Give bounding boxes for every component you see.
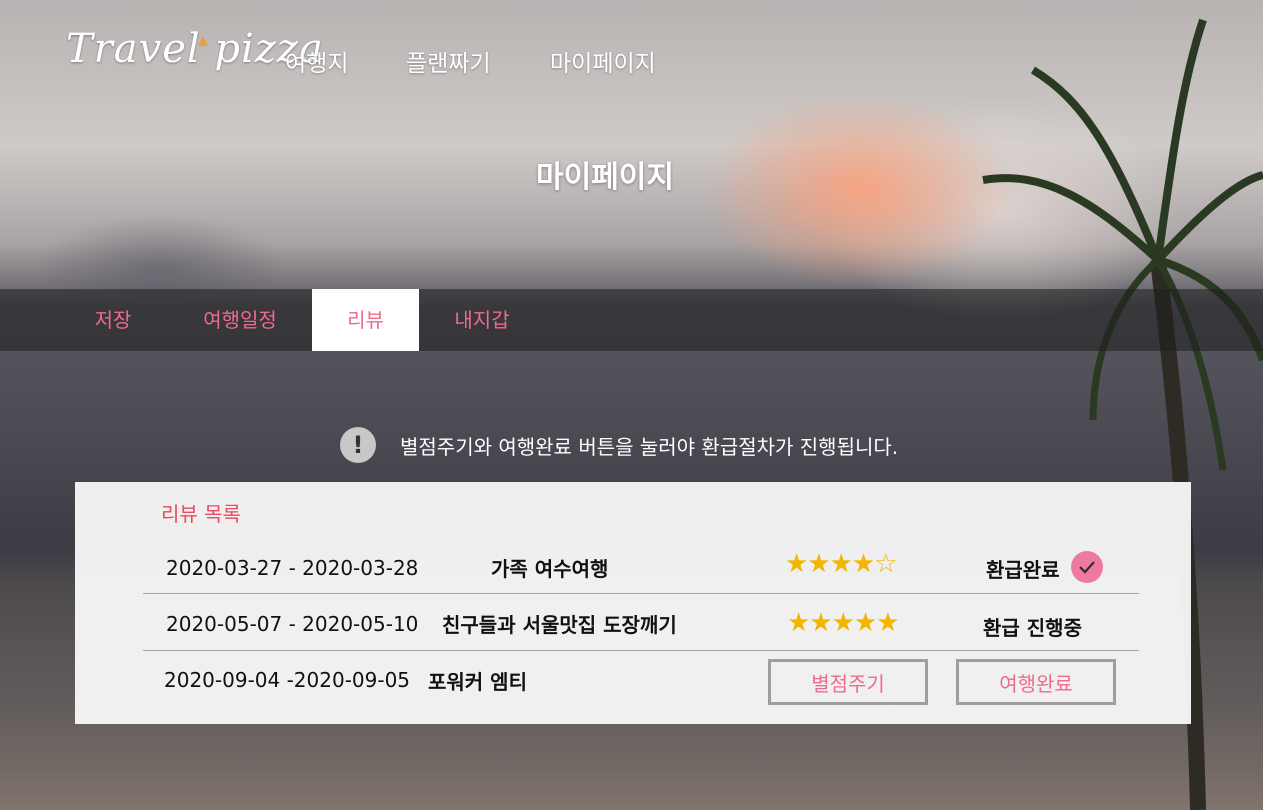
tab-bar: 저장 여행일정 리뷰 내지갑 (0, 289, 1263, 351)
rating-stars: ★★★★☆ (785, 549, 898, 579)
table-row: 2020-05-07 - 2020-05-10 친구들과 서울맛집 도장깨기 ★… (143, 594, 1139, 651)
trip-dates: 2020-03-27 - 2020-03-28 (166, 556, 419, 580)
review-list-panel: 리뷰 목록 2020-03-27 - 2020-03-28 가족 여수여행 ★★… (75, 482, 1191, 724)
trip-name: 가족 여수여행 (491, 557, 609, 581)
table-row: 2020-03-27 - 2020-03-28 가족 여수여행 ★★★★☆ 환급… (143, 537, 1139, 594)
rate-button[interactable]: 별점주기 (768, 659, 928, 705)
trip-name: 포워커 엠티 (428, 670, 527, 694)
tab-itinerary[interactable]: 여행일정 (190, 289, 290, 351)
trip-dates: 2020-09-04 -2020-09-05 (164, 668, 411, 692)
tab-saved[interactable]: 저장 (74, 289, 152, 351)
notice: ! 별점주기와 여행완료 버튼을 눌러야 환급절차가 진행됩니다. (340, 426, 898, 464)
trip-dates: 2020-05-07 - 2020-05-10 (166, 612, 419, 636)
check-icon (1071, 551, 1103, 583)
notice-text: 별점주기와 여행완료 버튼을 눌러야 환급절차가 진행됩니다. (400, 434, 899, 459)
table-row: 2020-09-04 -2020-09-05 포워커 엠티 별점주기 여행완료 (143, 652, 1139, 708)
nav-plan[interactable]: 플랜짜기 (406, 44, 491, 78)
pizza-icon (198, 36, 208, 46)
trip-name: 친구들과 서울맛집 도장깨기 (442, 613, 677, 637)
exclamation-icon: ! (340, 427, 376, 463)
tab-reviews[interactable]: 리뷰 (312, 289, 419, 351)
nav-destinations[interactable]: 여행지 (285, 44, 348, 78)
complete-trip-button[interactable]: 여행완료 (956, 659, 1116, 705)
refund-status: 환급 진행중 (983, 616, 1082, 640)
rating-stars: ★★★★★ (787, 608, 900, 638)
refund-status: 환급완료 (986, 558, 1060, 582)
page-title: 마이페이지 (536, 160, 674, 195)
nav-mypage[interactable]: 마이페이지 (550, 44, 656, 78)
review-list-title: 리뷰 목록 (161, 502, 241, 526)
tab-wallet[interactable]: 내지갑 (440, 289, 524, 351)
